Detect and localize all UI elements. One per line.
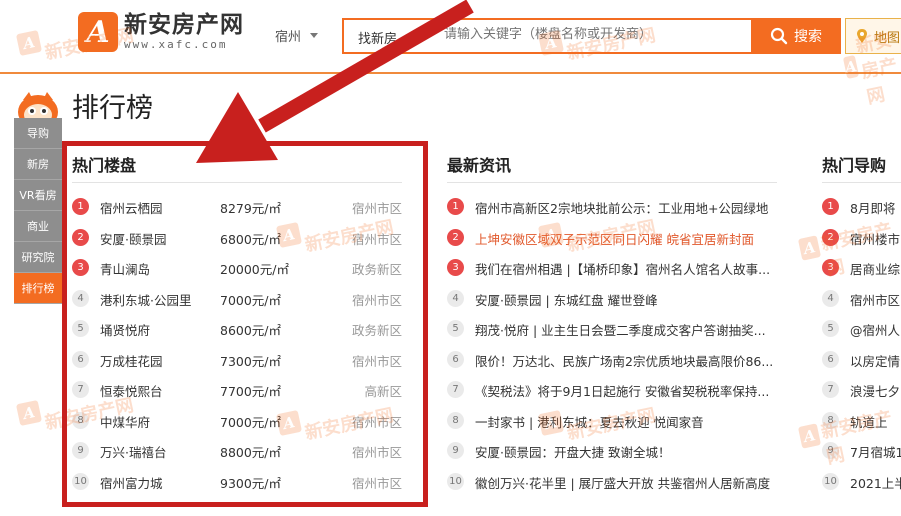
divider bbox=[822, 182, 901, 183]
sidenav-item-new-homes[interactable]: 新房 bbox=[14, 149, 62, 180]
list-item[interactable]: 5 @宿州人 bbox=[822, 316, 901, 340]
site-header: A 新安房产网 www.xafc.com 宿州 找新房 搜索 地图 bbox=[0, 0, 901, 74]
rank-number: 1 bbox=[822, 198, 839, 215]
list-item[interactable]: 10 徽创万兴·花半里 | 展厅盛大开放 共鉴宿州人居新高度 bbox=[447, 469, 787, 493]
rank-number: 6 bbox=[447, 351, 464, 368]
guide-link[interactable]: 以房定情 bbox=[850, 351, 900, 370]
sidenav-item-ranking[interactable]: 排行榜 bbox=[14, 273, 62, 304]
rank-number: 8 bbox=[447, 412, 464, 429]
news-link[interactable]: 宿州市高新区2宗地块批前公示：工业用地+公园绿地 bbox=[475, 198, 787, 217]
logo-mark-icon: A bbox=[78, 12, 118, 52]
rank-number: 9 bbox=[822, 442, 839, 459]
search-input[interactable] bbox=[444, 27, 744, 42]
list-item[interactable]: 2 上坤安徽区域双子示范区同日闪耀 皖省宜居新封面 bbox=[447, 225, 787, 249]
divider bbox=[447, 182, 777, 183]
guide-link[interactable]: 轨道上 bbox=[850, 412, 888, 431]
guide-link[interactable]: 8月即将 bbox=[850, 198, 895, 217]
sidenav-item-guide[interactable]: 导购 bbox=[14, 118, 62, 149]
list-item[interactable]: 4 安厦·颐景园 | 东城红盘 耀世登峰 bbox=[447, 286, 787, 310]
guide-link[interactable]: 宿州市区 bbox=[850, 290, 900, 309]
rank-number: 10 bbox=[822, 473, 839, 490]
guide-link[interactable]: 7月宿城1 bbox=[850, 442, 901, 461]
news-link[interactable]: 上坤安徽区域双子示范区同日闪耀 皖省宜居新封面 bbox=[475, 229, 787, 248]
search-box[interactable]: 找新房 bbox=[342, 18, 752, 54]
map-button[interactable]: 地图 bbox=[845, 18, 901, 54]
list-item[interactable]: 1 宿州市高新区2宗地块批前公示：工业用地+公园绿地 bbox=[447, 194, 787, 218]
rank-number: 3 bbox=[822, 259, 839, 276]
map-pin-icon bbox=[857, 29, 867, 43]
latest-news-title: 最新资讯 bbox=[447, 156, 512, 175]
list-item[interactable]: 6 限价！万达北、民族广场南2宗优质地块最高限价86... bbox=[447, 347, 787, 371]
search-button[interactable]: 搜索 bbox=[751, 18, 841, 54]
search-button-label: 搜索 bbox=[794, 29, 822, 45]
search-icon bbox=[770, 27, 788, 45]
list-item[interactable]: 6 以房定情 bbox=[822, 347, 901, 371]
watermark-logo-icon: A bbox=[15, 399, 43, 427]
list-item[interactable]: 5 翔茂·悦府 | 业主生日会暨二季度成交客户答谢抽奖... bbox=[447, 316, 787, 340]
rank-number: 7 bbox=[447, 381, 464, 398]
guide-link[interactable]: 宿州楼市 bbox=[850, 229, 900, 248]
list-item[interactable]: 8 轨道上 bbox=[822, 408, 901, 432]
rank-number: 8 bbox=[822, 412, 839, 429]
news-link[interactable]: 《契税法》将于9月1日起施行 安徽省契税税率保持... bbox=[475, 381, 787, 400]
list-item[interactable]: 9 7月宿城1 bbox=[822, 438, 901, 462]
rank-number: 3 bbox=[447, 259, 464, 276]
guide-link[interactable]: 浪漫七夕 bbox=[850, 381, 900, 400]
map-button-label: 地图 bbox=[874, 30, 901, 46]
list-item[interactable]: 4 宿州市区 bbox=[822, 286, 901, 310]
guide-link[interactable]: 居商业综 bbox=[850, 259, 900, 278]
news-link[interactable]: 我们在宿州相遇 |【埇桥印象】宿州名人馆名人故事... bbox=[475, 259, 787, 278]
rank-number: 2 bbox=[447, 229, 464, 246]
watermark-logo-icon: A bbox=[797, 423, 822, 449]
news-link[interactable]: 一封家书 | 港利东城：夏去秋迎 悦闻家音 bbox=[475, 412, 787, 431]
list-item[interactable]: 3 我们在宿州相遇 |【埇桥印象】宿州名人馆名人故事... bbox=[447, 255, 787, 279]
search-type-selector[interactable]: 找新房 bbox=[358, 28, 397, 47]
rank-number: 9 bbox=[447, 442, 464, 459]
rank-number: 6 bbox=[822, 351, 839, 368]
list-item[interactable]: 2 宿州楼市 bbox=[822, 225, 901, 249]
news-link[interactable]: 限价！万达北、民族广场南2宗优质地块最高限价86... bbox=[475, 351, 787, 370]
site-url: www.xafc.com bbox=[124, 38, 228, 51]
guide-link[interactable]: 2021上半 bbox=[850, 473, 901, 492]
rank-number: 1 bbox=[447, 198, 464, 215]
hot-guides-title: 热门导购 bbox=[822, 156, 887, 175]
city-selector[interactable]: 宿州 bbox=[275, 26, 301, 45]
highlight-box bbox=[62, 141, 428, 507]
list-item[interactable]: 7 《契税法》将于9月1日起施行 安徽省契税税率保持... bbox=[447, 377, 787, 401]
site-logo[interactable]: A 新安房产网 www.xafc.com bbox=[78, 12, 244, 52]
sidenav-item-research[interactable]: 研究院 bbox=[14, 242, 62, 273]
list-item[interactable]: 1 8月即将 bbox=[822, 194, 901, 218]
rank-number: 5 bbox=[447, 320, 464, 337]
sidenav-item-vr[interactable]: VR看房 bbox=[14, 180, 62, 211]
chevron-down-icon[interactable] bbox=[310, 33, 318, 38]
watermark-logo-icon: A bbox=[797, 235, 822, 261]
rank-number: 4 bbox=[822, 290, 839, 307]
rank-number: 5 bbox=[822, 320, 839, 337]
rank-number: 10 bbox=[447, 473, 464, 490]
list-item[interactable]: 10 2021上半 bbox=[822, 469, 901, 493]
side-nav: 导购 新房 VR看房 商业 研究院 排行榜 bbox=[14, 118, 62, 304]
list-item[interactable]: 7 浪漫七夕 bbox=[822, 377, 901, 401]
list-item[interactable]: 3 居商业综 bbox=[822, 255, 901, 279]
news-link[interactable]: 徽创万兴·花半里 | 展厅盛大开放 共鉴宿州人居新高度 bbox=[475, 473, 787, 492]
guide-link[interactable]: @宿州人 bbox=[850, 320, 900, 339]
list-item[interactable]: 9 安厦·颐景园：开盘大捷 致谢全城！ bbox=[447, 438, 787, 462]
rank-number: 4 bbox=[447, 290, 464, 307]
rank-number: 2 bbox=[822, 229, 839, 246]
list-item[interactable]: 8 一封家书 | 港利东城：夏去秋迎 悦闻家音 bbox=[447, 408, 787, 432]
site-name: 新安房产网 bbox=[124, 12, 244, 38]
news-link[interactable]: 翔茂·悦府 | 业主生日会暨二季度成交客户答谢抽奖... bbox=[475, 320, 787, 339]
news-link[interactable]: 安厦·颐景园 | 东城红盘 耀世登峰 bbox=[475, 290, 787, 309]
page-title: 排行榜 bbox=[72, 93, 153, 124]
rank-number: 7 bbox=[822, 381, 839, 398]
news-link[interactable]: 安厦·颐景园：开盘大捷 致谢全城！ bbox=[475, 442, 787, 461]
sidenav-item-commercial[interactable]: 商业 bbox=[14, 211, 62, 242]
